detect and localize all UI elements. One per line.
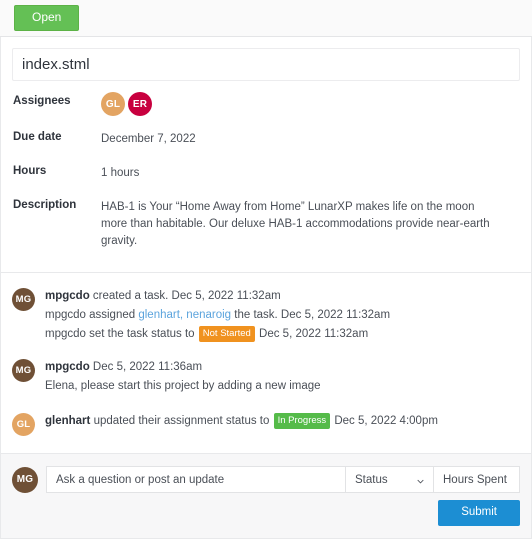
field-row-due-date: Due date December 7, 2022 — [13, 128, 519, 150]
composer-inputs: Status — [46, 466, 520, 493]
activity-text-pre: mpgcdo assigned — [45, 309, 139, 321]
field-label-assignees: Assignees — [13, 95, 71, 107]
field-label-description: Description — [13, 199, 77, 211]
activity-text: created a task. Dec 5, 2022 11:32am — [89, 290, 281, 302]
comment-input[interactable] — [46, 466, 346, 493]
avatar[interactable]: MG — [12, 359, 35, 382]
activity-item: MG mpgcdo Dec 5, 2022 11:36am Elena, ple… — [12, 358, 520, 396]
open-button[interactable]: Open — [14, 5, 80, 31]
field-row-description: Description HAB-1 is Your “Home Away fro… — [13, 196, 519, 250]
chevron-down-icon — [417, 479, 424, 483]
activity-line: glenhart updated their assignment status… — [45, 412, 520, 431]
task-title-field[interactable]: index.stml — [12, 48, 520, 81]
activity-text-pre: mpgcdo set the task status to — [45, 328, 198, 340]
field-value-description: HAB-1 is Your “Home Away from Home” Luna… — [101, 201, 490, 247]
field-row-assignees: Assignees GL ER — [13, 92, 519, 116]
top-toolbar: Open — [0, 0, 532, 37]
avatar-initials: MG — [16, 474, 34, 485]
field-value-due-date: December 7, 2022 — [101, 133, 196, 145]
status-badge: Not Started — [198, 326, 255, 342]
activity-author: mpgcdo — [45, 290, 90, 302]
activity-text-post: Dec 5, 2022 4:00pm — [331, 415, 438, 427]
activity-feed: MG mpgcdo created a task. Dec 5, 2022 11… — [1, 273, 531, 453]
activity-text-post: the task. Dec 5, 2022 11:32am — [231, 309, 391, 321]
task-detail-section: index.stml Assignees GL ER Due date Dece… — [1, 37, 531, 254]
avatar-initials: GL — [16, 419, 31, 430]
activity-text: updated their assignment status to — [90, 415, 273, 427]
activity-text: Dec 5, 2022 11:36am — [89, 361, 203, 373]
activity-comment-body: Elena, please start this project by addi… — [45, 380, 321, 392]
comment-composer: MG Status Submit — [1, 453, 531, 538]
status-select-label: Status — [355, 473, 388, 486]
avatar[interactable]: GL — [101, 92, 125, 116]
hours-spent-input[interactable] — [434, 466, 520, 493]
assignee-avatars: GL ER — [101, 92, 152, 116]
avatar-initials: GL — [105, 98, 121, 110]
activity-lines: mpgcdo Dec 5, 2022 11:36am Elena, please… — [45, 358, 520, 396]
activity-line: mpgcdo created a task. Dec 5, 2022 11:32… — [45, 287, 520, 306]
activity-line: mpgcdo set the task status to Not Starte… — [45, 325, 520, 344]
activity-line: mpgcdo assigned glenhart, nenaroig the t… — [45, 306, 520, 325]
submit-button[interactable]: Submit — [438, 500, 520, 526]
activity-lines: glenhart updated their assignment status… — [45, 412, 520, 436]
status-badge: In Progress — [273, 413, 331, 429]
activity-item: GL glenhart updated their assignment sta… — [12, 412, 520, 436]
activity-author: glenhart — [45, 415, 91, 427]
field-label-hours: Hours — [13, 165, 47, 177]
activity-author: mpgcdo — [45, 361, 90, 373]
field-row-hours: Hours 1 hours — [13, 162, 519, 184]
avatar[interactable]: GL — [12, 413, 35, 436]
activity-lines: mpgcdo created a task. Dec 5, 2022 11:32… — [45, 287, 520, 344]
activity-text-post: Dec 5, 2022 11:32am — [255, 328, 369, 340]
activity-avatar-col: MG — [12, 358, 35, 396]
activity-assignee-links[interactable]: glenhart, nenaroig — [138, 309, 231, 321]
avatar[interactable]: MG — [12, 288, 35, 311]
activity-item: MG mpgcdo created a task. Dec 5, 2022 11… — [12, 287, 520, 344]
activity-avatar-col: GL — [12, 412, 35, 436]
field-value-hours: 1 hours — [101, 167, 140, 179]
composer-submit-row: Submit — [12, 500, 520, 526]
avatar[interactable]: ER — [128, 92, 152, 116]
avatar-initials: MG — [15, 365, 32, 376]
avatar-initials: ER — [132, 98, 148, 110]
activity-line: mpgcdo Dec 5, 2022 11:36am — [45, 358, 520, 377]
task-detail-panel: Open index.stml Assignees GL ER Due date… — [0, 0, 532, 539]
status-select[interactable]: Status — [346, 466, 434, 493]
page-title: index.stml — [22, 56, 90, 73]
avatar[interactable]: MG — [12, 466, 38, 493]
task-card: index.stml Assignees GL ER Due date Dece… — [0, 37, 532, 539]
field-label-due-date: Due date — [13, 131, 62, 143]
task-fields: Assignees GL ER Due date December 7, 202… — [12, 92, 520, 250]
avatar-initials: MG — [15, 294, 32, 305]
composer-avatar-col: MG — [12, 466, 38, 493]
composer-input-row: MG Status — [12, 466, 520, 493]
activity-avatar-col: MG — [12, 287, 35, 344]
